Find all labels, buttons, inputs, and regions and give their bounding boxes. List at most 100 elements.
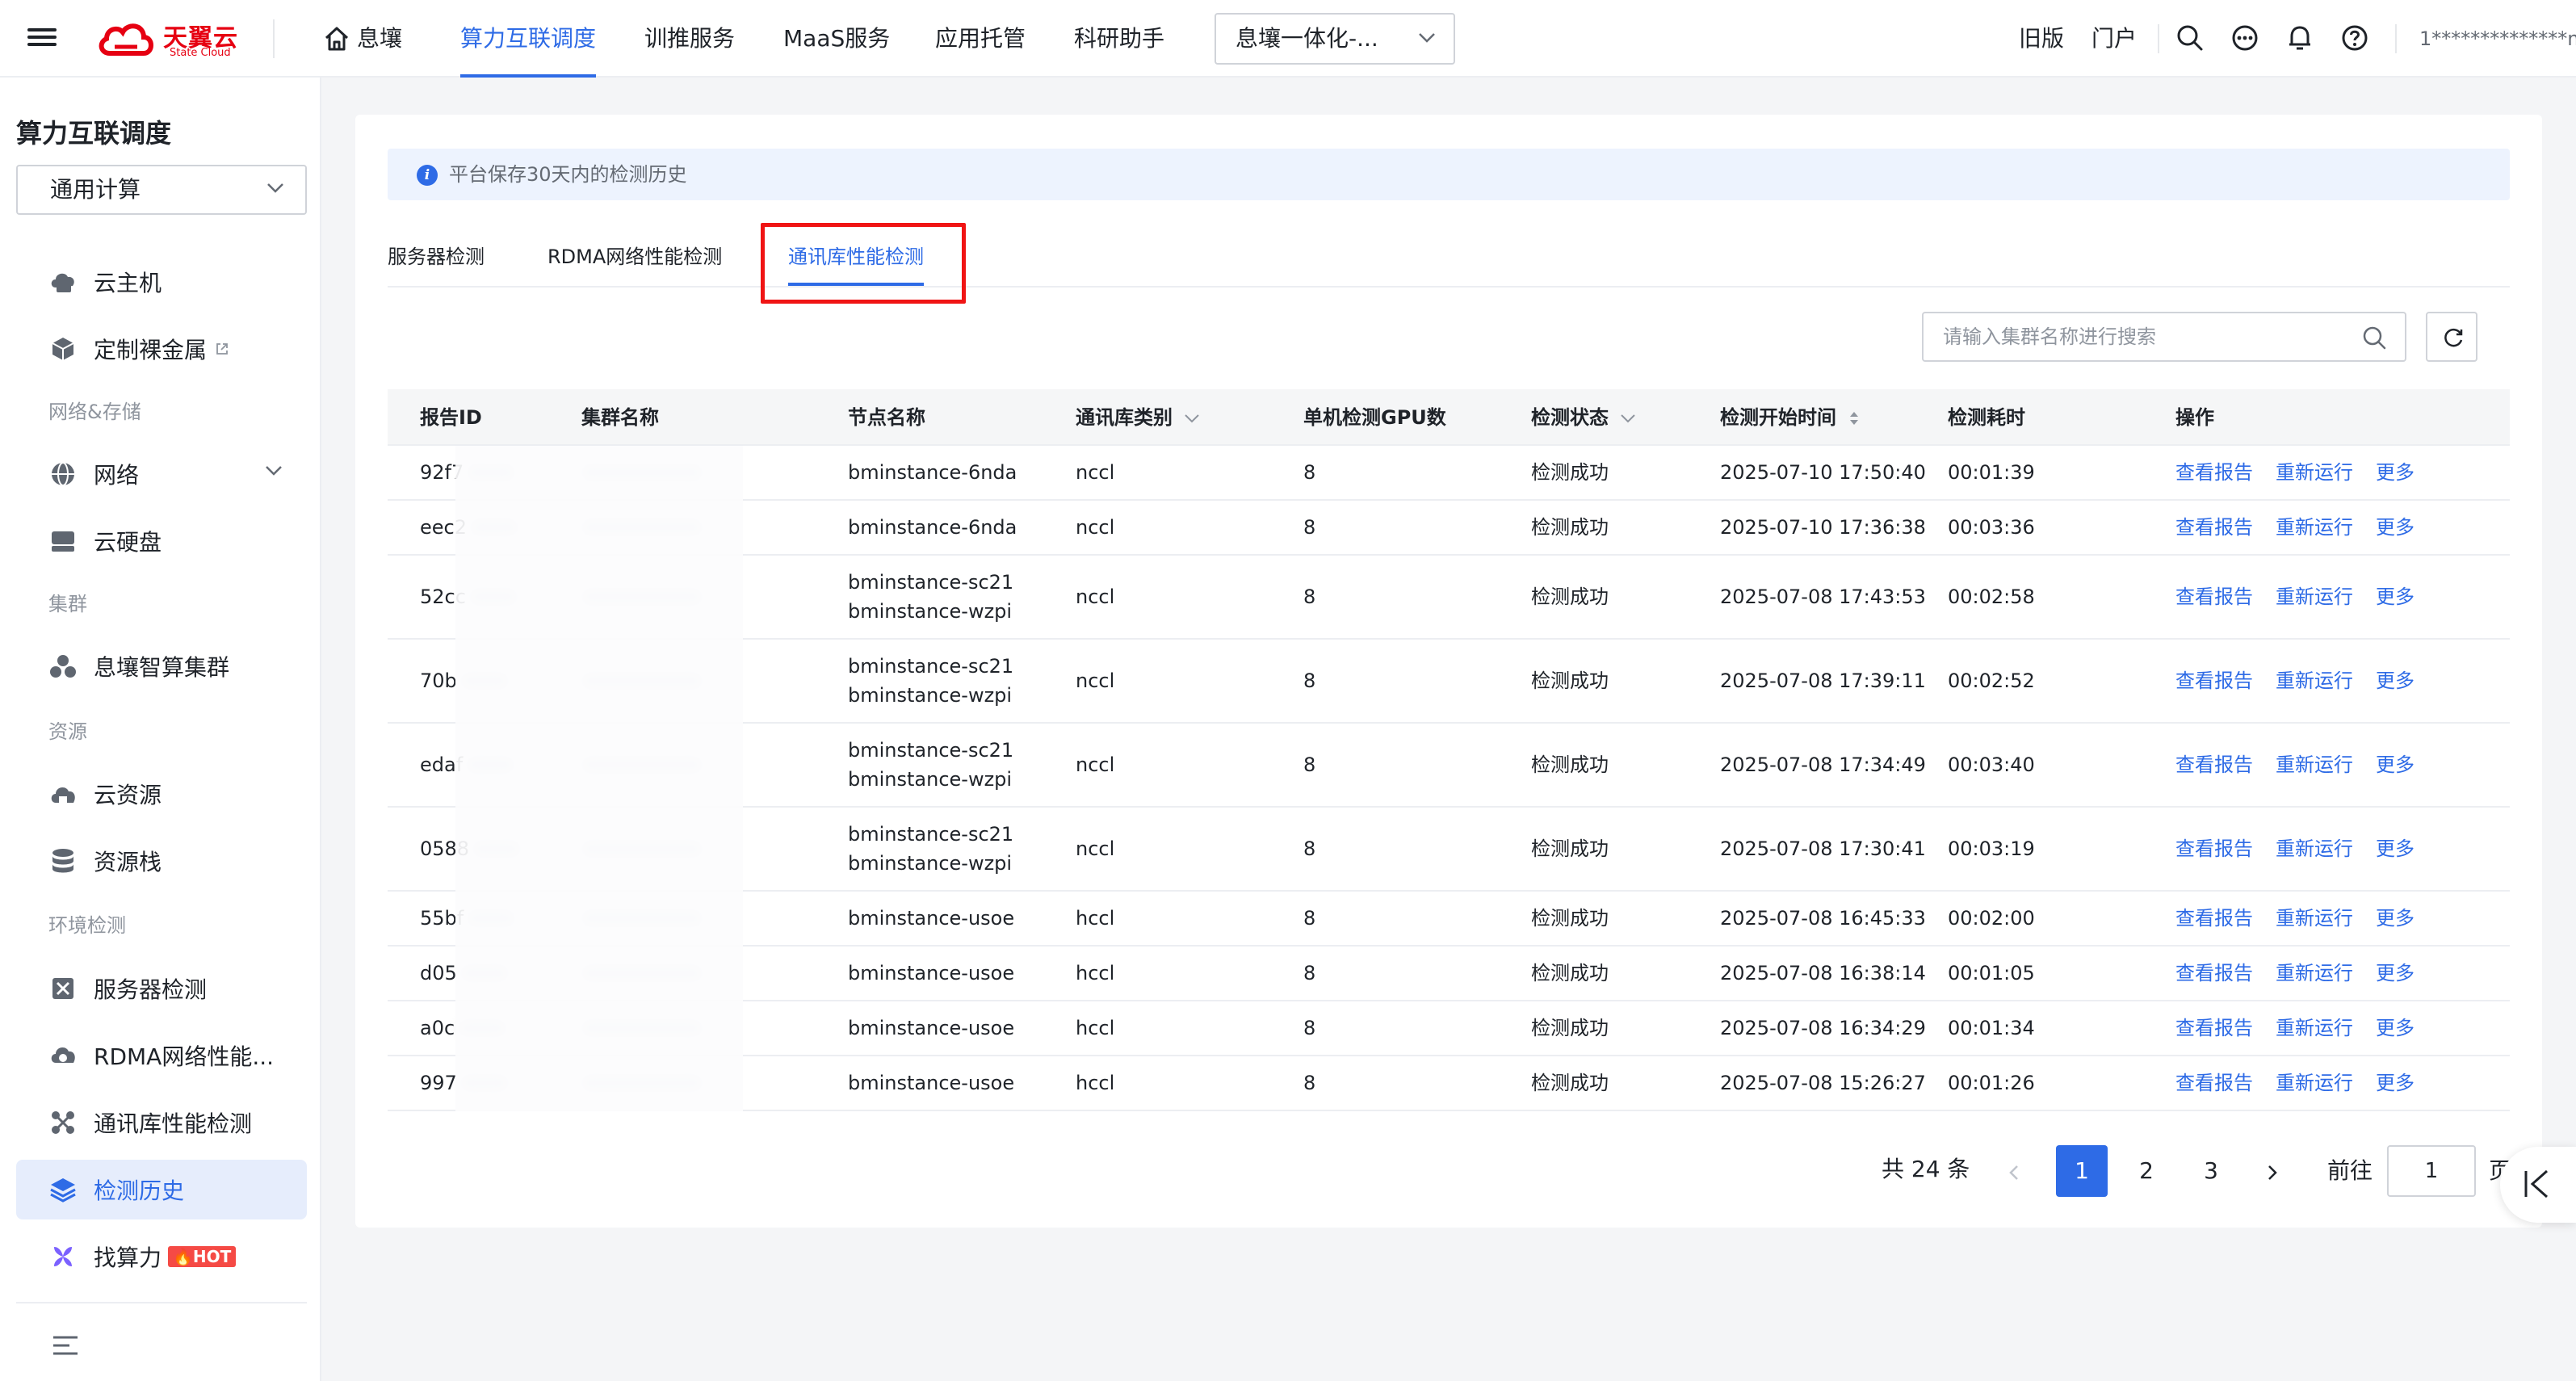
rerun-link[interactable]: 重新运行 bbox=[2276, 1068, 2353, 1098]
account-name[interactable]: 1**************m bbox=[2419, 0, 2576, 78]
more-link[interactable]: 更多 bbox=[2376, 1068, 2414, 1098]
col-status[interactable]: 检测状态 bbox=[1531, 389, 1636, 446]
view-report-link[interactable]: 查看报告 bbox=[2175, 904, 2253, 933]
sidebar-item-comm-lib[interactable]: 通讯库性能检测 bbox=[16, 1093, 307, 1152]
sidebar-item-cluster[interactable]: 息壤智算集群 bbox=[16, 636, 307, 696]
status-cell: 检测成功 bbox=[1531, 808, 1609, 890]
col-node-name: 节点名称 bbox=[848, 406, 925, 429]
collapse-menu-icon[interactable] bbox=[52, 1334, 79, 1357]
search-icon[interactable] bbox=[2175, 23, 2205, 52]
view-report-link[interactable]: 查看报告 bbox=[2175, 1068, 2253, 1098]
view-report-link[interactable]: 查看报告 bbox=[2175, 513, 2253, 542]
sidebar-item-cloud-host[interactable]: 云主机 bbox=[16, 252, 307, 312]
sort-icon[interactable] bbox=[1848, 409, 1861, 427]
node-name-cell: bminstance-sc21 bminstance-wzpi bbox=[848, 808, 1013, 890]
row-actions: 查看报告 重新运行 更多 bbox=[2175, 1014, 2437, 1043]
sidebar-item-resource-stack[interactable]: 资源栈 bbox=[16, 831, 307, 891]
more-link[interactable]: 更多 bbox=[2376, 513, 2414, 542]
tab-server-check[interactable]: 服务器检测 bbox=[388, 228, 485, 286]
more-link[interactable]: 更多 bbox=[2376, 834, 2414, 863]
gpu-count: 8 bbox=[1303, 516, 1316, 539]
old-version-link[interactable]: 旧版 bbox=[2019, 0, 2064, 78]
rerun-link[interactable]: 重新运行 bbox=[2276, 513, 2353, 542]
more-link[interactable]: 更多 bbox=[2376, 666, 2414, 695]
more-link[interactable]: 更多 bbox=[2376, 959, 2414, 988]
filter-icon[interactable] bbox=[1620, 413, 1636, 423]
next-page-icon[interactable] bbox=[2264, 1163, 2280, 1182]
sidebar-item-find-compute[interactable]: 找算力 🔥HOT bbox=[16, 1227, 307, 1287]
node-name: bminstance-usoe bbox=[848, 1072, 1015, 1094]
logo[interactable]: 天翼云 State Cloud bbox=[97, 16, 247, 61]
view-report-link[interactable]: 查看报告 bbox=[2175, 959, 2253, 988]
view-report-link[interactable]: 查看报告 bbox=[2175, 1014, 2253, 1043]
sidebar-item-network[interactable]: 网络 bbox=[16, 444, 307, 504]
compute-type-value: 通用计算 bbox=[50, 176, 141, 203]
rerun-link[interactable]: 重新运行 bbox=[2276, 904, 2353, 933]
row-actions: 查看报告 重新运行 更多 bbox=[2175, 458, 2437, 487]
sidebar-item-rdma[interactable]: RDMA网络性能... bbox=[16, 1026, 307, 1085]
node-name: bminstance-sc21 bbox=[848, 739, 1014, 762]
nav-app-hosting[interactable]: 应用托管 bbox=[935, 0, 1026, 78]
search-icon[interactable] bbox=[2361, 325, 2387, 350]
region-select[interactable]: 息壤一体化-... bbox=[1215, 13, 1455, 65]
view-report-link[interactable]: 查看报告 bbox=[2175, 458, 2253, 487]
rerun-link[interactable]: 重新运行 bbox=[2276, 750, 2353, 779]
start-time-cell: 2025-07-08 17:43:53 bbox=[1720, 556, 1926, 638]
actions-cell: 查看报告 重新运行 更多 bbox=[2175, 640, 2437, 722]
sidebar-item-server-check[interactable]: 服务器检测 bbox=[16, 959, 307, 1018]
view-report-link[interactable]: 查看报告 bbox=[2175, 750, 2253, 779]
col-lib-type[interactable]: 通讯库类别 bbox=[1076, 389, 1200, 446]
rerun-link[interactable]: 重新运行 bbox=[2276, 959, 2353, 988]
refresh-button[interactable] bbox=[2426, 312, 2477, 362]
filter-icon[interactable] bbox=[1184, 413, 1200, 423]
portal-link[interactable]: 门户 bbox=[2091, 0, 2137, 78]
view-report-link[interactable]: 查看报告 bbox=[2175, 834, 2253, 863]
more-link[interactable]: 更多 bbox=[2376, 750, 2414, 779]
sidebar-item-label: 找算力 bbox=[94, 1245, 162, 1271]
gpu-count-cell: 8 bbox=[1303, 1056, 1315, 1110]
gpu-count-cell: 8 bbox=[1303, 947, 1315, 1000]
sidebar-item-cloud-disk[interactable]: 云硬盘 bbox=[16, 511, 307, 571]
nav-training-service[interactable]: 训推服务 bbox=[644, 0, 735, 78]
bell-icon[interactable] bbox=[2285, 23, 2314, 52]
node-name-cell: bminstance-usoe bbox=[848, 892, 1014, 945]
view-report-link[interactable]: 查看报告 bbox=[2175, 666, 2253, 695]
page-button-2[interactable]: 2 bbox=[2121, 1145, 2172, 1197]
sidebar-item-cloud-resource[interactable]: 云资源 bbox=[16, 764, 307, 824]
sidebar-group-cluster: 集群 bbox=[48, 593, 87, 615]
view-report-link[interactable]: 查看报告 bbox=[2175, 582, 2253, 611]
col-start-time[interactable]: 检测开始时间 bbox=[1720, 389, 1861, 446]
menu-icon[interactable] bbox=[27, 24, 57, 53]
start-time-cell: 2025-07-08 15:26:27 bbox=[1720, 1056, 1926, 1110]
sidebar-item-bare-metal[interactable]: 定制裸金属 bbox=[16, 319, 307, 379]
nav-compute-schedule[interactable]: 算力互联调度 bbox=[460, 0, 597, 78]
more-link[interactable]: 更多 bbox=[2376, 904, 2414, 933]
prev-page-icon[interactable] bbox=[2006, 1163, 2022, 1182]
rerun-link[interactable]: 重新运行 bbox=[2276, 458, 2353, 487]
report-id: 70b bbox=[420, 670, 457, 692]
help-icon[interactable] bbox=[2340, 23, 2369, 52]
sidebar-item-check-history[interactable]: 检测历史 bbox=[16, 1160, 307, 1219]
rerun-link[interactable]: 重新运行 bbox=[2276, 1014, 2353, 1043]
start-time-cell: 2025-07-08 17:34:49 bbox=[1720, 724, 1926, 806]
more-link[interactable]: 更多 bbox=[2376, 582, 2414, 611]
more-link[interactable]: 更多 bbox=[2376, 1014, 2414, 1043]
nav-home[interactable]: 息壤 bbox=[323, 0, 402, 78]
page-button-1[interactable]: 1 bbox=[2056, 1145, 2108, 1197]
more-icon[interactable] bbox=[2230, 23, 2259, 52]
cluster-search-input[interactable]: 请输入集群名称进行搜索 bbox=[1922, 312, 2406, 362]
sidebar-item-label: 云主机 bbox=[94, 270, 162, 296]
start-time: 2025-07-08 17:34:49 bbox=[1720, 753, 1926, 776]
rerun-link[interactable]: 重新运行 bbox=[2276, 834, 2353, 863]
page-button-3[interactable]: 3 bbox=[2185, 1145, 2237, 1197]
goto-page-input[interactable]: 1 bbox=[2387, 1145, 2476, 1197]
nav-research-assistant[interactable]: 科研助手 bbox=[1074, 0, 1164, 78]
rerun-link[interactable]: 重新运行 bbox=[2276, 582, 2353, 611]
compute-type-select[interactable]: 通用计算 bbox=[16, 165, 307, 215]
collapse-float-button[interactable] bbox=[2500, 1147, 2576, 1223]
more-link[interactable]: 更多 bbox=[2376, 458, 2414, 487]
rerun-link[interactable]: 重新运行 bbox=[2276, 666, 2353, 695]
tab-rdma-check[interactable]: RDMA网络性能检测 bbox=[548, 228, 722, 286]
lib-type-cell: nccl bbox=[1076, 808, 1114, 890]
nav-maas-service[interactable]: MaaS服务 bbox=[783, 0, 890, 78]
